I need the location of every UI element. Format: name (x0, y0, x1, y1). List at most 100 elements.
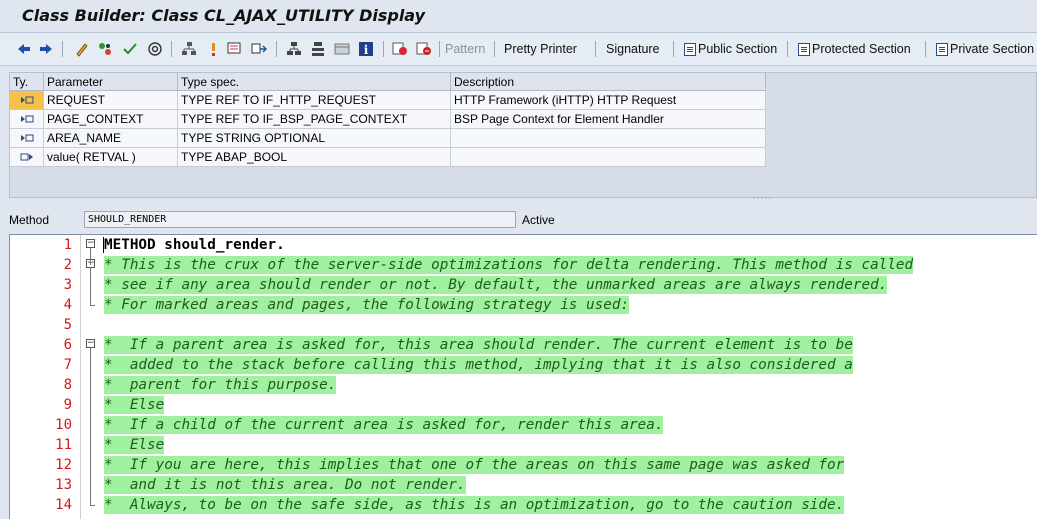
table-row[interactable]: AREA_NAME TYPE STRING OPTIONAL (10, 128, 766, 148)
public-section-button[interactable]: Public Section (684, 39, 777, 59)
param-name-cell[interactable]: PAGE_CONTEXT (43, 109, 178, 129)
activate-button[interactable] (97, 39, 113, 59)
info-button[interactable]: i (358, 39, 374, 59)
structure-button[interactable] (310, 39, 326, 59)
code-line[interactable]: 4 * For marked areas and pages, the follo… (10, 295, 1037, 315)
collapse-block-icon[interactable]: − (86, 339, 95, 348)
line-number: 1 (63, 237, 72, 253)
back-button[interactable] (16, 39, 32, 59)
forward-arrow-icon (38, 41, 54, 57)
code-line[interactable]: 8 * parent for this purpose. (10, 375, 1037, 395)
table-header-row: Ty. Parameter Type spec. Description (10, 73, 766, 91)
collapse-block-icon[interactable]: − (86, 239, 95, 248)
line-number: 4 (63, 297, 72, 313)
param-type-cell[interactable] (10, 109, 44, 129)
code-line[interactable]: 6 − * If a parent area is asked for, this … (10, 335, 1037, 355)
code-line[interactable]: 3 * see if any area should render or not.… (10, 275, 1037, 295)
display-object-button[interactable] (227, 39, 243, 59)
code-line[interactable]: 12 * If you are here, this implies that o… (10, 455, 1037, 475)
param-type-cell[interactable] (10, 90, 44, 110)
table-row[interactable]: PAGE_CONTEXT TYPE REF TO IF_BSP_PAGE_CON… (10, 109, 766, 129)
param-typespec-cell[interactable]: TYPE ABAP_BOOL (177, 147, 451, 167)
parameter-panel: Ty. Parameter Type spec. Description REQ… (9, 72, 1037, 204)
public-section-label: Public Section (698, 42, 778, 56)
fold-guide (90, 348, 91, 505)
code-comment: * see if any area should render or not. … (104, 276, 888, 294)
tree-button[interactable] (286, 39, 302, 59)
param-description-cell[interactable] (450, 128, 766, 148)
info-icon: i (358, 41, 374, 57)
toolbar-separator (171, 41, 172, 57)
param-typespec-cell[interactable]: TYPE REF TO IF_BSP_PAGE_CONTEXT (177, 109, 451, 129)
param-description-cell[interactable]: BSP Page Context for Element Handler (450, 109, 766, 129)
line-number: 3 (63, 277, 72, 293)
param-name-cell[interactable]: REQUEST (43, 90, 178, 110)
hierarchy-button[interactable] (181, 39, 197, 59)
breakpoint-button[interactable] (392, 39, 408, 59)
splitter-handle[interactable]: ····· (753, 194, 772, 204)
code-line[interactable]: 9 * Else (10, 395, 1037, 415)
column-header-parameter[interactable]: Parameter (43, 73, 178, 91)
param-type-cell[interactable] (10, 147, 44, 167)
column-header-type-spec[interactable]: Type spec. (177, 73, 451, 91)
pattern-button[interactable]: Pattern (445, 39, 485, 59)
column-header-description[interactable]: Description (450, 73, 766, 91)
code-comment: * added to the stack before calling this… (104, 356, 853, 374)
signature-label: Signature (606, 42, 660, 56)
code-comment: * Else (104, 436, 165, 454)
param-typespec-cell[interactable]: TYPE REF TO IF_HTTP_REQUEST (177, 90, 451, 110)
info-marker-button[interactable] (205, 39, 221, 59)
column-header-type[interactable]: Ty. (10, 73, 44, 91)
parameter-table: Ty. Parameter Type spec. Description REQ… (10, 73, 766, 167)
code-comment: * parent for this purpose. (104, 376, 337, 394)
code-statement: METHOD should_render. (104, 237, 285, 253)
param-description-cell[interactable] (450, 147, 766, 167)
method-name-field[interactable]: SHOULD_RENDER (84, 211, 516, 228)
line-number: 2 (63, 257, 72, 273)
toolbar-separator (383, 41, 384, 57)
layout-button[interactable] (334, 39, 350, 59)
signature-button[interactable]: Signature (606, 39, 660, 59)
breakpoint-icon (392, 41, 408, 57)
pretty-printer-button[interactable]: Pretty Printer (504, 39, 577, 59)
code-line[interactable]: 14 * Always, to be on the safe side, as t… (10, 495, 1037, 515)
toolbar-separator (673, 41, 674, 57)
forward-button[interactable] (38, 39, 54, 59)
toolbar-separator (595, 41, 596, 57)
private-section-button[interactable]: Private Section (936, 39, 1034, 59)
code-comment: * If a parent area is asked for, this ar… (104, 336, 853, 354)
toolbar-separator (494, 41, 495, 57)
param-type-cell[interactable] (10, 128, 44, 148)
code-line[interactable]: 7 * added to the stack before calling thi… (10, 355, 1037, 375)
navigate-icon (251, 41, 267, 57)
param-description-cell[interactable]: HTTP Framework (iHTTP) HTTP Request (450, 90, 766, 110)
fold-end-marker (90, 505, 95, 506)
check-button[interactable] (122, 39, 138, 59)
pattern-label: Pattern (445, 42, 486, 56)
code-line[interactable]: 13 * and it is not this area. Do not rend… (10, 475, 1037, 495)
code-line[interactable]: 2−* This is the crux of the server-side … (10, 255, 1037, 275)
session-breakpoint-button[interactable] (416, 39, 432, 59)
navigate-button[interactable] (251, 39, 267, 59)
code-line[interactable]: 1 − METHOD should_render. (10, 235, 1037, 255)
line-number: 14 (55, 497, 72, 513)
activate-icon (97, 41, 113, 57)
section-icon (684, 42, 696, 56)
code-comment: * This is the crux of the server-side op… (104, 256, 914, 274)
private-section-label: Private Section (950, 42, 1035, 56)
protected-section-button[interactable]: Protected Section (798, 39, 911, 59)
code-line[interactable]: 11 * Else (10, 435, 1037, 455)
code-line[interactable]: 5 (10, 315, 1037, 335)
param-name-cell[interactable]: value( RETVAL ) (43, 147, 178, 167)
where-used-icon (147, 41, 163, 57)
svg-text:i: i (364, 43, 369, 57)
table-row[interactable]: REQUEST TYPE REF TO IF_HTTP_REQUEST HTTP… (10, 90, 766, 110)
code-editor[interactable]: 1−METHOD should_render.2−* This is the c… (9, 234, 1037, 519)
param-typespec-cell[interactable]: TYPE STRING OPTIONAL (177, 128, 451, 148)
code-line[interactable]: 10 * If a child of the current area is as… (10, 415, 1037, 435)
session-breakpoint-icon (416, 41, 432, 57)
param-name-cell[interactable]: AREA_NAME (43, 128, 178, 148)
edit-button[interactable] (74, 39, 90, 59)
table-row[interactable]: value( RETVAL ) TYPE ABAP_BOOL (10, 147, 766, 167)
where-used-button[interactable] (147, 39, 163, 59)
